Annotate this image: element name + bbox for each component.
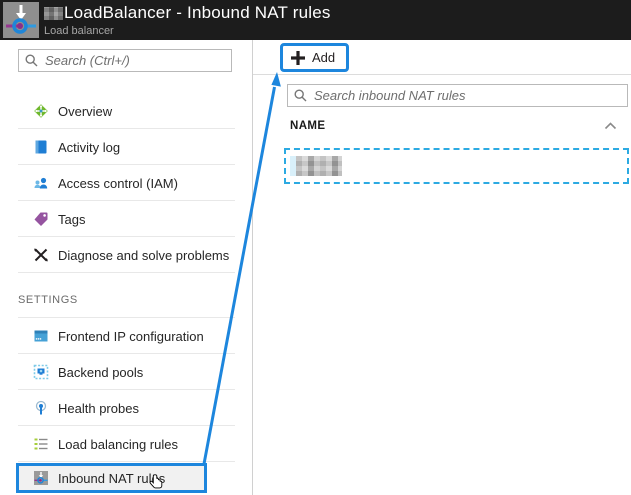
load-balancing-rules-icon	[34, 438, 48, 450]
add-button[interactable]: Add	[280, 43, 350, 72]
menu-item-label: Overview	[58, 103, 113, 119]
azure-portal-blade: LoadBalancer - Inbound NAT rules Load ba…	[0, 0, 631, 495]
menu-item-activity-log[interactable]: Activity log	[0, 129, 252, 165]
add-button-label: Add	[312, 50, 336, 65]
frontend-ip-icon	[34, 330, 48, 342]
plus-icon	[291, 50, 305, 65]
menu-item-load-balancing-rules[interactable]: Load balancing rules	[0, 426, 252, 462]
menu-item-label: Activity log	[58, 139, 121, 155]
redacted-rule-name	[290, 156, 342, 176]
menu-item-frontend-ip[interactable]: Frontend IP configuration	[0, 318, 252, 354]
menu-search-input[interactable]	[45, 53, 225, 68]
search-icon	[25, 54, 38, 67]
search-icon	[294, 89, 307, 102]
diagnose-icon	[34, 248, 48, 262]
blade-header: LoadBalancer - Inbound NAT rules Load ba…	[0, 0, 631, 40]
menu-search-box[interactable]	[18, 49, 232, 72]
menu-items: Overview Activity log Access control (IA…	[0, 93, 252, 494]
inbound-nat-rules-icon	[34, 471, 48, 485]
nat-rule-row[interactable]	[284, 148, 629, 184]
command-bar: Add	[253, 40, 631, 75]
page-title: LoadBalancer - Inbound NAT rules	[64, 3, 331, 22]
table-header-row: NAME	[290, 120, 617, 132]
page-subtitle: Load balancer	[44, 25, 114, 37]
column-header-name[interactable]: NAME	[290, 120, 325, 132]
chevron-up-icon[interactable]	[604, 122, 617, 130]
backend-pools-icon	[33, 364, 49, 380]
health-probes-icon	[35, 400, 47, 415]
menu-item-health-probes[interactable]: Health probes	[0, 390, 252, 426]
access-control-icon	[34, 177, 48, 189]
menu-item-label: Load balancing rules	[58, 436, 178, 452]
nat-rules-search-box[interactable]	[287, 84, 628, 107]
load-balancer-icon	[3, 2, 39, 38]
menu-item-label: Frontend IP configuration	[58, 328, 204, 344]
blade-menu: Overview Activity log	[0, 40, 253, 495]
menu-item-label: Backend pools	[58, 364, 144, 380]
inbound-nat-rules-panel: Add NAME	[253, 40, 631, 495]
settings-section-header: SETTINGS	[0, 273, 252, 318]
menu-item-backend-pools[interactable]: Backend pools	[0, 354, 252, 390]
menu-divider	[18, 461, 235, 462]
menu-item-access-control[interactable]: Access control (IAM)	[0, 165, 252, 201]
redacted-rule-name-block	[296, 156, 342, 176]
menu-item-diagnose[interactable]: Diagnose and solve problems	[0, 237, 252, 273]
nat-rules-search-input[interactable]	[314, 88, 621, 103]
menu-item-label: Tags	[58, 211, 86, 227]
menu-item-inbound-nat-rules[interactable]: Inbound NAT rules	[16, 463, 207, 493]
menu-item-inbound-nat-rules-wrap: Inbound NAT rules	[0, 463, 252, 494]
menu-item-tags[interactable]: Tags	[0, 201, 252, 237]
settings-section-label: SETTINGS	[18, 294, 78, 306]
menu-item-label: Health probes	[58, 400, 139, 416]
activity-log-icon	[35, 140, 47, 154]
menu-item-label: Inbound NAT rules	[58, 470, 166, 486]
menu-item-label: Access control (IAM)	[58, 175, 178, 191]
menu-item-overview[interactable]: Overview	[0, 93, 252, 129]
redacted-name-prefix	[44, 6, 63, 20]
overview-icon	[34, 104, 48, 118]
menu-item-label: Diagnose and solve problems	[58, 247, 230, 263]
tags-icon	[34, 212, 48, 226]
